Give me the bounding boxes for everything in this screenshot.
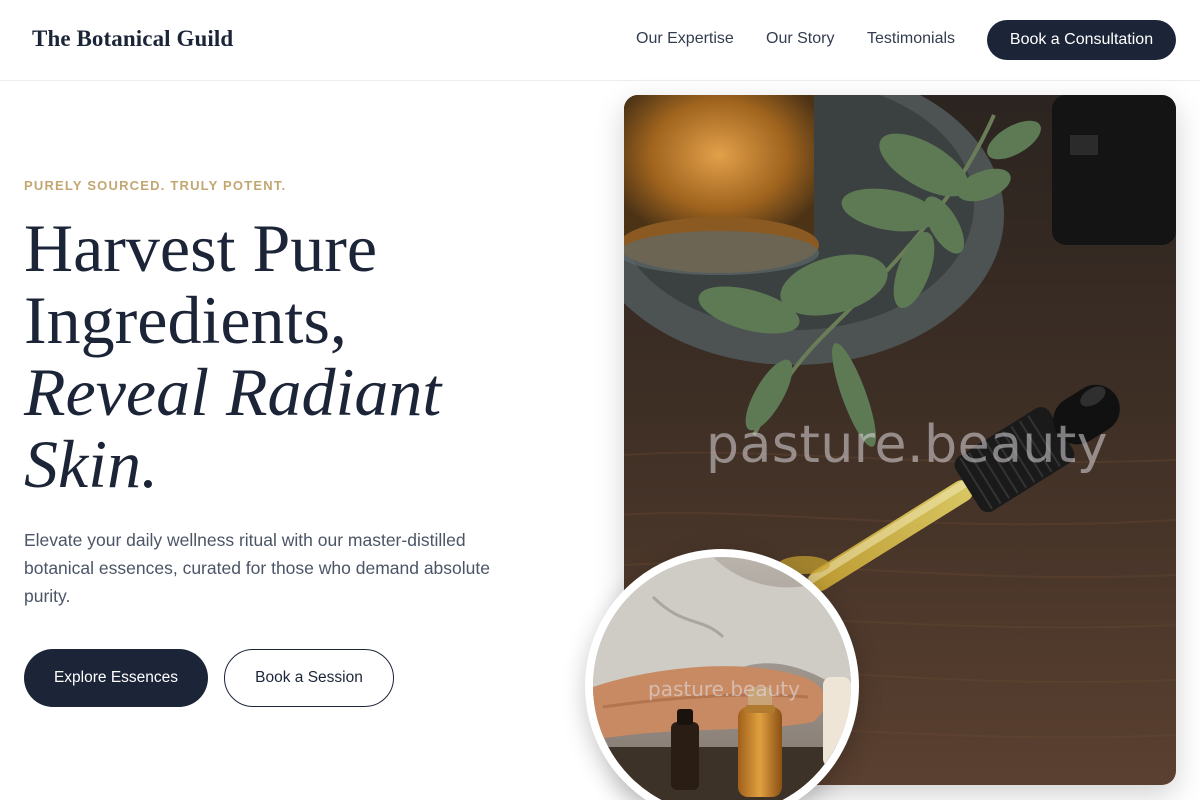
hero-description: Elevate your daily wellness ritual with …: [24, 530, 490, 606]
image-watermark: pasture.beauty: [706, 415, 1109, 475]
headline-line-italic: Skin.: [24, 428, 584, 500]
explore-essences-button[interactable]: Explore Essences: [24, 649, 208, 707]
headline-line-italic: Reveal Radiant: [24, 354, 442, 430]
hero-headline: Harvest Pure Ingredients, Reveal Radiant…: [24, 212, 584, 500]
site-header: The Botanical Guild Our Expertise Our St…: [0, 0, 1200, 81]
brand-logo[interactable]: The Botanical Guild: [32, 26, 233, 52]
nav-link-testimonials[interactable]: Testimonials: [867, 30, 955, 48]
book-consultation-button[interactable]: Book a Consultation: [987, 20, 1176, 60]
nav-link-our-story[interactable]: Our Story: [766, 30, 834, 48]
book-session-button[interactable]: Book a Session: [224, 649, 394, 707]
headline-line: Harvest Pure: [24, 210, 378, 286]
nav-link-our-expertise[interactable]: Our Expertise: [636, 30, 734, 48]
inset-watermark: pasture.beauty: [648, 677, 800, 701]
headline-skin-word: Skin.: [24, 426, 159, 502]
headline-line: Ingredients,: [24, 282, 347, 358]
hero-eyebrow: PURELY SOURCED. TRULY POTENT.: [24, 178, 287, 193]
